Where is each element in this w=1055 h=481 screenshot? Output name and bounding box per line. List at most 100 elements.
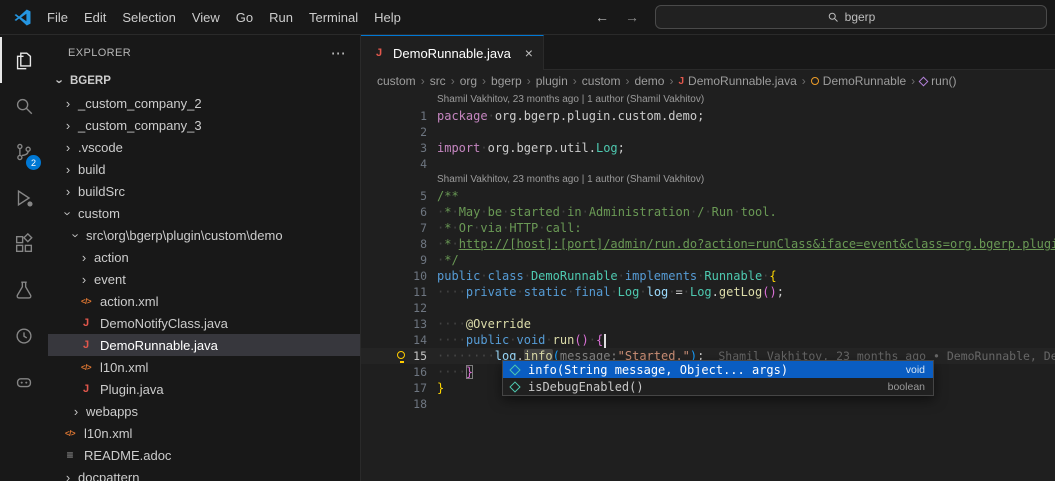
gutter[interactable]: 14 [361,332,437,348]
gutter[interactable]: 16 [361,364,437,380]
tree-folder-.vscode[interactable]: ›.vscode [48,136,360,158]
activity-item-run-debug[interactable] [0,175,48,221]
chevron-right-icon: › [60,470,76,481]
codelens-link[interactable]: Shamil Vakhitov, 23 months ago | 1 autho… [437,174,704,185]
search-icon [13,95,35,117]
code-line[interactable]: 5/** [361,188,1055,204]
code-line[interactable]: 9·*/ [361,252,1055,268]
menu-run[interactable]: Run [261,6,301,29]
breadcrumb-custom[interactable]: custom [377,74,416,88]
tree-folder-build[interactable]: ›build [48,158,360,180]
activity-item-extensions[interactable] [0,221,48,267]
code-line[interactable]: 6·*·May·be·started·in·Administration·/·R… [361,204,1055,220]
code-token: () [762,285,776,299]
suggestion-isdebugenabled[interactable]: isDebugEnabled()boolean [503,378,933,395]
breadcrumb-bgerp[interactable]: bgerp [491,74,522,88]
code-token: log· [647,285,676,299]
line-content [437,124,1055,140]
tree-folder-docpattern[interactable]: ›docpattern [48,466,360,481]
breadcrumb-demo[interactable]: demo [634,74,664,88]
tree-folder-webapps[interactable]: ›webapps [48,400,360,422]
activity-item-clock[interactable] [0,313,48,359]
code-line[interactable]: 3import·org.bgerp.util.Log; [361,140,1055,156]
suggestion-info[interactable]: info(String message, Object... args)void [503,361,933,378]
activity-item-copilot[interactable] [0,359,48,405]
gutter[interactable] [361,92,437,108]
gutter[interactable]: 10 [361,268,437,284]
command-center-search[interactable]: bgerp [655,5,1047,29]
breadcrumb-demorunnable.java[interactable]: JDemoRunnable.java [678,74,796,88]
gutter[interactable]: 1 [361,108,437,124]
code-line[interactable]: 10public·class·DemoRunnable·implements·R… [361,268,1055,284]
code-editor[interactable]: Shamil Vakhitov, 23 months ago | 1 autho… [361,92,1055,481]
tree-file-l10n.xml[interactable]: </>l10n.xml [48,356,360,378]
code-line[interactable]: 2 [361,124,1055,140]
tree-folder-src-org-bgerp-plugin-custom-demo[interactable]: ›src\org\bgerp\plugin\custom\demo [48,224,360,246]
tree-folder-_custom_company_2[interactable]: ›_custom_company_2 [48,92,360,114]
tree-folder-event[interactable]: ›event [48,268,360,290]
code-line[interactable]: 8·*·http://[host]:[port]/admin/run.do?ac… [361,236,1055,252]
tab-demorunnable-java[interactable]: J DemoRunnable.java × [361,35,544,70]
tree-folder-custom[interactable]: ›custom [48,202,360,224]
code-line[interactable]: 12 [361,300,1055,316]
activity-item-testing[interactable] [0,267,48,313]
tree-file-l10n.xml[interactable]: </>l10n.xml [48,422,360,444]
tree-folder-_custom_company_3[interactable]: ›_custom_company_3 [48,114,360,136]
activity-item-explorer[interactable] [0,37,48,83]
menu-edit[interactable]: Edit [76,6,114,29]
tree-file-demonotifyclass.java[interactable]: JDemoNotifyClass.java [48,312,360,334]
gutter[interactable]: 18 [361,396,437,412]
lightbulb-icon[interactable] [397,351,405,359]
gutter[interactable]: 8 [361,236,437,252]
activity-item-source-control[interactable]: 2 [0,129,48,175]
menu-file[interactable]: File [39,6,76,29]
workspace-section-bgerp[interactable]: › BGERP [48,70,360,92]
menu-selection[interactable]: Selection [114,6,183,29]
code-line[interactable]: 11····private·static·final·Log·log·=·Log… [361,284,1055,300]
breadcrumb-run()[interactable]: run() [920,74,956,88]
breadcrumb-org[interactable]: org [460,74,477,88]
codelens-row[interactable]: Shamil Vakhitov, 23 months ago | 1 autho… [361,92,1055,108]
activity-item-search[interactable] [0,83,48,129]
tree-file-demorunnable.java[interactable]: JDemoRunnable.java [48,334,360,356]
tree-file-readme.adoc[interactable]: ≡README.adoc [48,444,360,466]
forward-arrow-icon[interactable]: → [625,9,639,25]
tree-folder-buildsrc[interactable]: ›buildSrc [48,180,360,202]
gutter[interactable]: 9 [361,252,437,268]
gutter[interactable]: 6 [361,204,437,220]
code-line[interactable]: 7·*·Or·via·HTTP·call: [361,220,1055,236]
menu-terminal[interactable]: Terminal [301,6,366,29]
tree-file-action.xml[interactable]: </>action.xml [48,290,360,312]
tree-file-plugin.java[interactable]: JPlugin.java [48,378,360,400]
gutter[interactable]: 17 [361,380,437,396]
breadcrumb-src[interactable]: src [430,74,446,88]
codelens-row[interactable]: Shamil Vakhitov, 23 months ago | 1 autho… [361,172,1055,188]
menu-help[interactable]: Help [366,6,409,29]
back-arrow-icon[interactable]: ← [595,9,609,25]
tree-folder-action[interactable]: ›action [48,246,360,268]
menu-go[interactable]: Go [228,6,261,29]
breadcrumb-plugin[interactable]: plugin [536,74,568,88]
more-actions-icon[interactable]: ⋯ [331,44,346,62]
code-line[interactable]: 4 [361,156,1055,172]
code-line[interactable]: 14····public·void·run()·{ [361,332,1055,348]
close-icon[interactable]: × [525,45,533,61]
gutter[interactable]: 11 [361,284,437,300]
gutter[interactable]: 5 [361,188,437,204]
code-line[interactable]: 13····@Override [361,316,1055,332]
gutter[interactable]: 12 [361,300,437,316]
gutter[interactable]: 7 [361,220,437,236]
gutter[interactable]: 3 [361,140,437,156]
codelens-link[interactable]: Shamil Vakhitov, 23 months ago | 1 autho… [437,94,704,105]
menu-view[interactable]: View [184,6,228,29]
gutter[interactable]: 2 [361,124,437,140]
code-line[interactable]: 18 [361,396,1055,412]
xml-file-icon: </> [78,297,94,306]
breadcrumb-custom[interactable]: custom [582,74,621,88]
breadcrumb-demorunnable[interactable]: DemoRunnable [811,74,906,88]
gutter[interactable]: 13 [361,316,437,332]
gutter[interactable]: 4 [361,156,437,172]
code-line[interactable]: 1package·org.bgerp.plugin.custom.demo; [361,108,1055,124]
gutter[interactable]: 15 [361,348,437,364]
gutter[interactable] [361,172,437,188]
